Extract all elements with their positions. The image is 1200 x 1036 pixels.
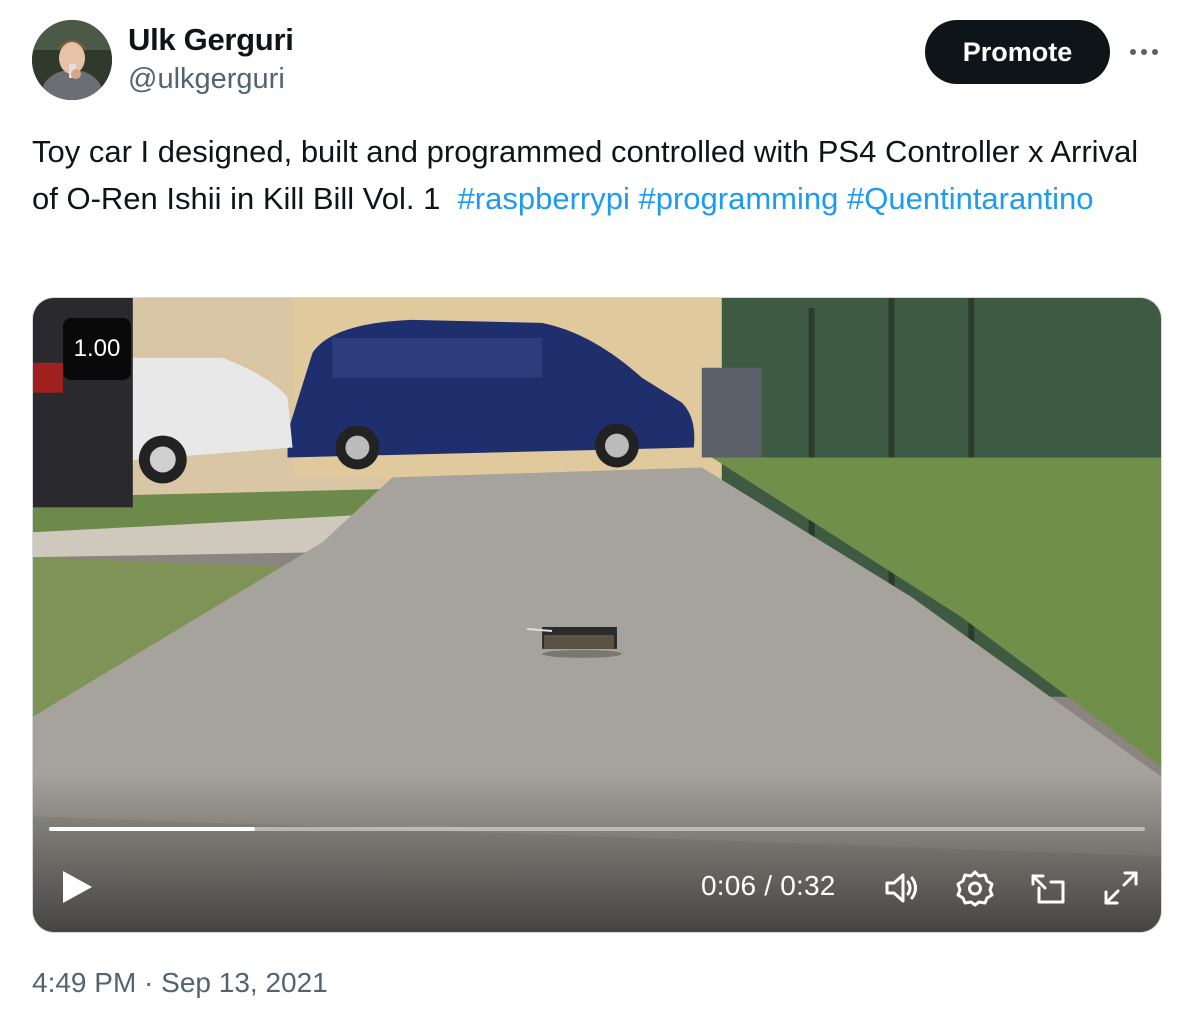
playback-speed-badge[interactable]: 1.00: [63, 318, 131, 380]
picture-in-picture-icon[interactable]: [1029, 868, 1069, 908]
author-handle[interactable]: @ulkgerguri: [128, 63, 285, 96]
play-icon[interactable]: [59, 868, 95, 906]
settings-icon[interactable]: [955, 868, 995, 908]
controls-overlay: [33, 772, 1161, 932]
video-time: 0:06 / 0:32: [701, 870, 836, 901]
hashtag-link[interactable]: #raspberrypi: [458, 181, 630, 216]
author-name[interactable]: Ulk Gerguri: [128, 22, 294, 58]
avatar[interactable]: [32, 20, 112, 100]
avatar-image: [32, 20, 112, 100]
tweet-timestamp[interactable]: 4:49 PM · Sep 13, 2021: [32, 967, 328, 999]
progress-fill: [49, 827, 255, 831]
more-horizontal-icon[interactable]: [1124, 38, 1164, 66]
hashtag-link[interactable]: #Quentintarantino: [847, 181, 1093, 216]
video-player[interactable]: 1.00 0:06 / 0:32: [32, 297, 1162, 933]
volume-icon[interactable]: [881, 868, 921, 908]
tweet-card: Ulk Gerguri @ulkgerguri Promote Toy car …: [0, 0, 1200, 1036]
promote-button[interactable]: Promote: [925, 20, 1110, 84]
tweet-text: Toy car I designed, built and programmed…: [32, 128, 1172, 222]
fullscreen-icon[interactable]: [1101, 868, 1141, 908]
progress-bar[interactable]: [49, 827, 1145, 831]
hashtag-link[interactable]: #programming: [639, 181, 839, 216]
